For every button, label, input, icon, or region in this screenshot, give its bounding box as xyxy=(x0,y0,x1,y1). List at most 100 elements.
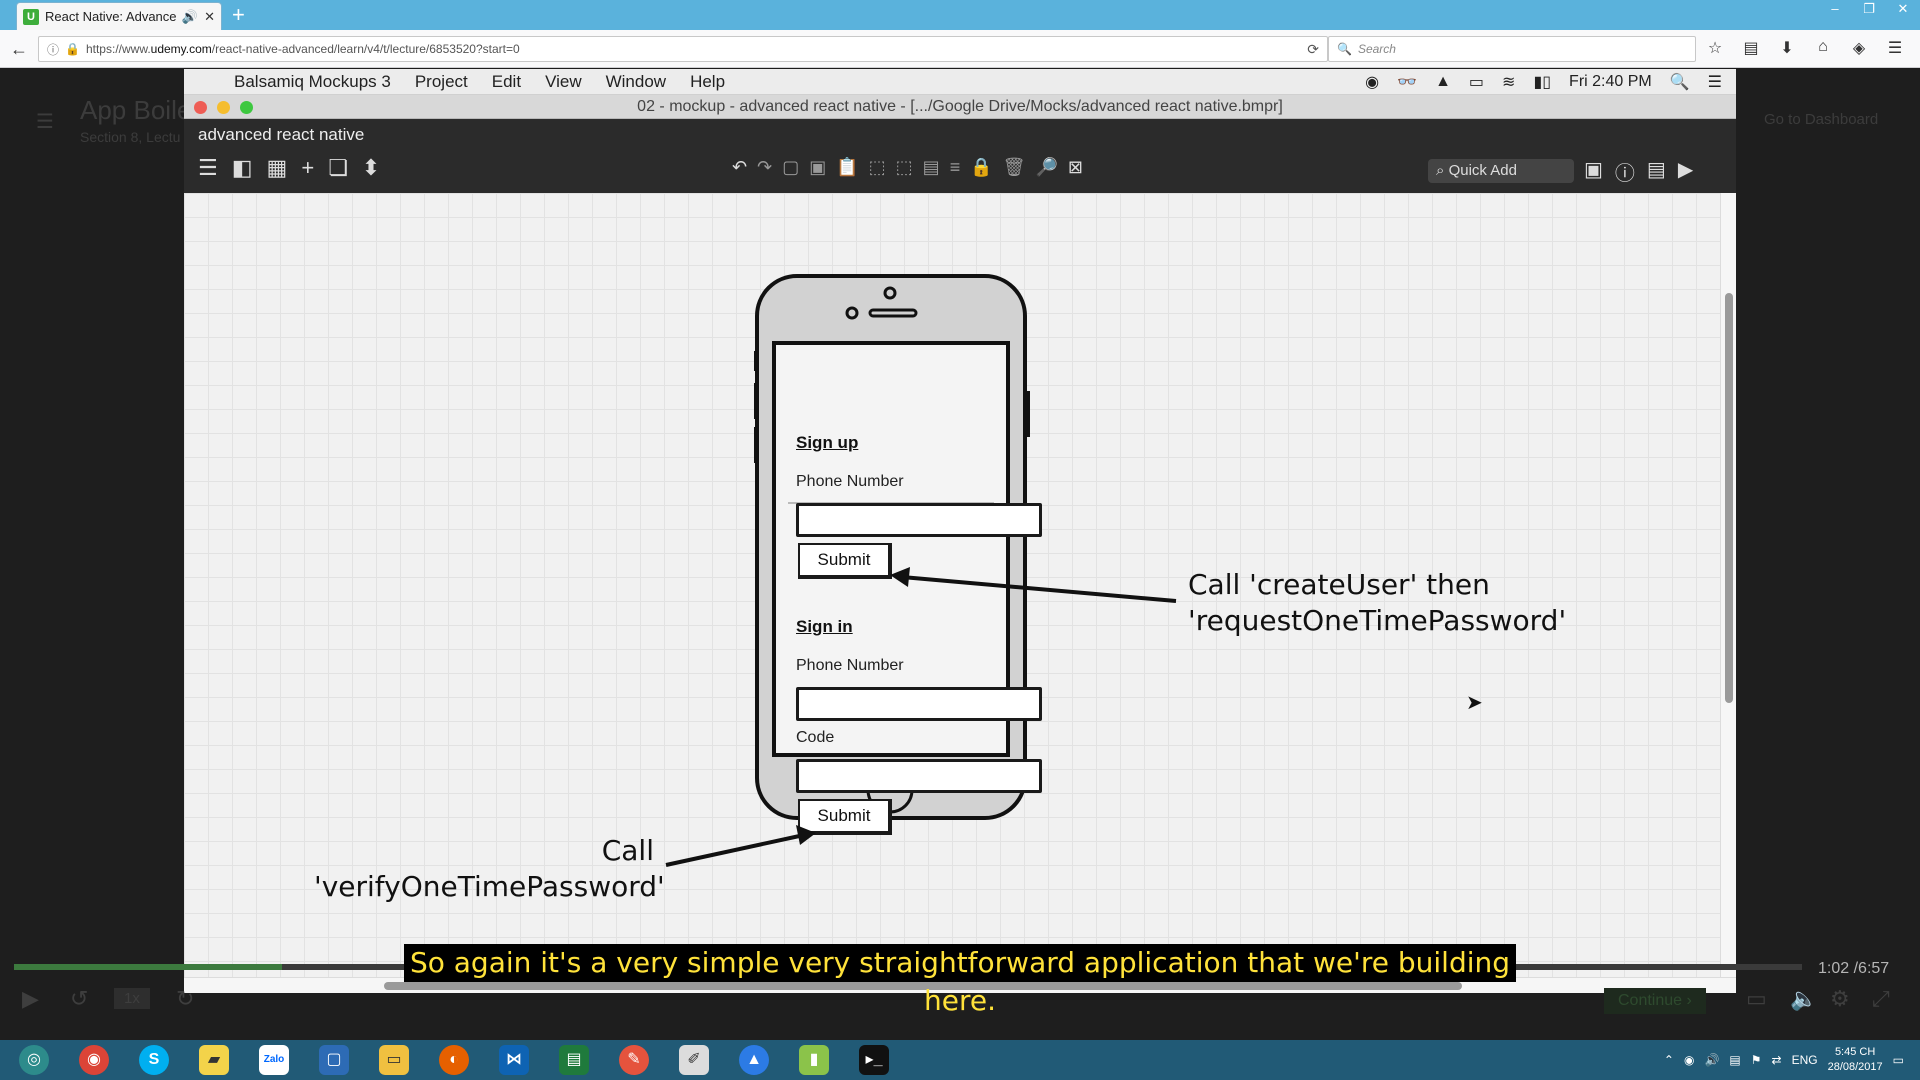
presentation-icon[interactable]: ▣ xyxy=(1584,157,1603,186)
glasses-icon[interactable]: 👓 xyxy=(1397,72,1417,92)
pocket-icon[interactable]: ◈ xyxy=(1848,38,1870,58)
properties-icon[interactable]: ▤ xyxy=(1647,157,1666,186)
spreadsheet-icon[interactable]: ▤ xyxy=(546,1041,602,1079)
notification-list-icon[interactable]: ☰ xyxy=(1708,72,1722,92)
app-blue-icon[interactable]: ▢ xyxy=(306,1041,362,1079)
panel-icon[interactable]: ◧ xyxy=(232,155,253,181)
rewind-15-icon[interactable]: ↺ xyxy=(70,986,88,1012)
tray-network-icon[interactable]: ⇄ xyxy=(1772,1053,1782,1067)
chrome-taskbar-icon[interactable]: ◉ xyxy=(66,1041,122,1079)
close-window-icon[interactable]: ✕ xyxy=(1886,0,1920,20)
menu-window[interactable]: Window xyxy=(606,72,666,92)
paste-icon[interactable]: 📋 xyxy=(836,157,858,178)
tray-flag-icon[interactable]: ⚑ xyxy=(1751,1053,1762,1067)
app-menu[interactable]: Balsamiq Mockups 3 xyxy=(234,72,391,92)
ungroup-icon[interactable]: ⬚ xyxy=(896,157,913,178)
menu-hamburger-icon[interactable]: ☰ xyxy=(1884,38,1906,58)
continue-button[interactable]: Continue › xyxy=(1604,988,1706,1014)
group-icon[interactable]: ⬚ xyxy=(869,157,886,178)
info-panel-icon[interactable]: ⓘ xyxy=(1615,157,1635,186)
airplay-icon[interactable]: ▭ xyxy=(1469,72,1484,92)
cut-icon[interactable]: ▢ xyxy=(782,157,799,178)
record-icon[interactable]: ◉ xyxy=(1365,72,1379,92)
balsamiq-toolbar: advanced react native ☰ ◧ ▦ + ❏ ⬍ ↶ ↷ ▢ … xyxy=(184,119,1736,193)
captions-icon[interactable]: ▭ xyxy=(1746,986,1767,1012)
tray-notes-icon[interactable]: ▤ xyxy=(1729,1053,1740,1067)
menu-icon[interactable]: ☰ xyxy=(198,155,218,181)
menu-edit[interactable]: Edit xyxy=(492,72,521,92)
minimize-dot-icon[interactable] xyxy=(217,101,230,114)
sticky-notes-icon[interactable]: ▰ xyxy=(186,1041,242,1079)
fullscreen-icon[interactable]: ▶ xyxy=(1678,157,1693,186)
wifi-icon[interactable]: ≋ xyxy=(1502,72,1515,92)
menu-view[interactable]: View xyxy=(545,72,582,92)
cmd-icon[interactable]: ▸_ xyxy=(846,1041,902,1079)
resize-icon[interactable]: ⬍ xyxy=(362,155,380,181)
system-tray: ⌃ ◉ 🔊 ▤ ⚑ ⇄ ENG 5:45 CH 28/08/2017 ▭ xyxy=(1664,1040,1904,1080)
reload-icon[interactable]: ⟳ xyxy=(1307,41,1319,58)
zalo-icon[interactable]: Zalo xyxy=(246,1041,302,1079)
settings-gear-icon[interactable]: ⚙ xyxy=(1830,986,1850,1012)
info-icon[interactable]: ⓘ xyxy=(47,41,59,58)
quick-add-input[interactable]: ⌕ Quick Add xyxy=(1428,159,1574,183)
drive-icon[interactable]: ▲ xyxy=(1435,73,1451,91)
download-icon[interactable]: ⬇ xyxy=(1776,38,1798,58)
url-bar[interactable]: ⓘ 🔒 https://www.udemy.com/react-native-a… xyxy=(38,36,1328,62)
zoom-icon[interactable]: 🔎 xyxy=(1035,157,1057,178)
mouse-cursor-icon: ➤ xyxy=(1466,692,1483,714)
tray-clock[interactable]: 5:45 CH 28/08/2017 xyxy=(1828,1045,1883,1075)
battery-icon[interactable]: ▮▯ xyxy=(1533,72,1551,92)
grid-icon[interactable]: ▦ xyxy=(267,155,288,181)
close-tab-icon[interactable]: ✕ xyxy=(204,9,215,25)
volume-icon[interactable]: 🔈 xyxy=(1790,986,1817,1012)
lock-element-icon[interactable]: 🔒 xyxy=(970,157,992,178)
menu-help[interactable]: Help xyxy=(690,72,725,92)
start-icon[interactable]: ◎ xyxy=(6,1041,62,1079)
android-icon[interactable]: ▮ xyxy=(786,1041,842,1079)
curriculum-icon[interactable]: ☰ xyxy=(36,109,54,134)
reading-list-icon[interactable]: ▤ xyxy=(1740,38,1762,58)
search-input[interactable]: 🔍 Search xyxy=(1328,36,1696,62)
vscode-icon[interactable]: ⋈ xyxy=(486,1041,542,1079)
minimize-icon[interactable]: – xyxy=(1818,0,1852,20)
dashboard-link[interactable]: Go to Dashboard xyxy=(1764,111,1878,128)
add-icon[interactable]: + xyxy=(301,155,314,181)
tray-skype-icon[interactable]: ◉ xyxy=(1684,1053,1694,1067)
canvas-vertical-scrollbar[interactable] xyxy=(1720,193,1736,985)
redo-icon[interactable]: ↷ xyxy=(757,157,772,178)
home-icon[interactable]: ⌂ xyxy=(1812,38,1834,58)
speaker-icon[interactable]: 🔊 xyxy=(182,9,198,25)
playback-speed-button[interactable]: 1x xyxy=(114,988,150,1009)
tab-udemy[interactable]: U React Native: Advanced ( 🔊 ✕ xyxy=(16,2,222,30)
new-tab-button[interactable]: + xyxy=(232,2,245,28)
tray-chevron-icon[interactable]: ⌃ xyxy=(1664,1053,1674,1067)
skype-icon[interactable]: S xyxy=(126,1041,182,1079)
tray-language[interactable]: ENG xyxy=(1792,1053,1818,1067)
menu-project[interactable]: Project xyxy=(415,72,468,92)
play-icon[interactable]: ▶ xyxy=(22,986,39,1012)
close-dot-icon[interactable] xyxy=(194,101,207,114)
paint-icon[interactable]: ✐ xyxy=(666,1041,722,1079)
tray-volume-icon[interactable]: 🔊 xyxy=(1704,1053,1719,1067)
file-explorer-icon[interactable]: ▭ xyxy=(366,1041,422,1079)
sourcetree-icon[interactable]: ▲ xyxy=(726,1041,782,1079)
fullscreen-expand-icon[interactable]: ⤢ xyxy=(1872,986,1890,1012)
restore-icon[interactable]: ❐ xyxy=(1852,0,1886,20)
align-icon[interactable]: ≡ xyxy=(950,157,961,178)
back-button[interactable]: ← xyxy=(6,36,32,62)
spotlight-icon[interactable]: 🔍 xyxy=(1670,72,1690,92)
zoom-dot-icon[interactable] xyxy=(240,101,253,114)
git-tool-icon[interactable]: ✎ xyxy=(606,1041,662,1079)
notification-center-icon[interactable]: ▭ xyxy=(1893,1053,1904,1067)
delete-icon[interactable]: 🗑 xyxy=(1003,157,1026,178)
bring-front-icon[interactable]: ▤ xyxy=(923,157,940,178)
duplicate-icon[interactable]: ▣ xyxy=(809,157,826,178)
copy-icon[interactable]: ❏ xyxy=(328,155,348,181)
video-frame[interactable]: Balsamiq Mockups 3 Project Edit View Win… xyxy=(184,69,1736,993)
undo-icon[interactable]: ↶ xyxy=(732,157,747,178)
fit-icon[interactable]: ⊠ xyxy=(1068,157,1083,178)
bookmark-star-icon[interactable]: ☆ xyxy=(1704,38,1726,58)
firefox-taskbar-icon[interactable]: ◐ xyxy=(426,1041,482,1079)
forward-15-icon[interactable]: ↻ xyxy=(176,986,194,1012)
mockup-canvas[interactable]: Sign up Phone Number Submit Sign in Phon… xyxy=(184,193,1720,985)
